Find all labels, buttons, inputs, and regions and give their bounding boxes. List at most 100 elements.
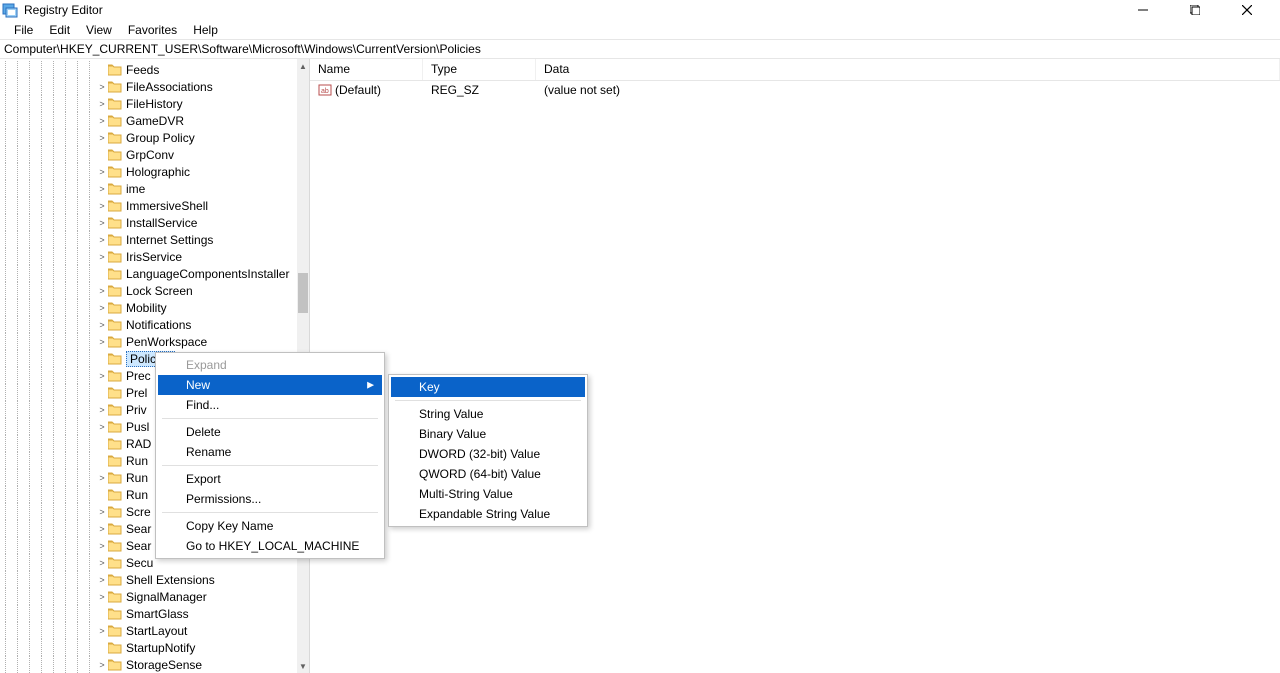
expander-icon[interactable]: > [96, 167, 108, 177]
folder-icon [108, 98, 122, 110]
folder-icon [108, 285, 122, 297]
cm-find[interactable]: Find... [158, 395, 382, 415]
cm-new-dword[interactable]: DWORD (32-bit) Value [391, 444, 585, 464]
cm-copy-key[interactable]: Copy Key Name [158, 516, 382, 536]
expander-icon[interactable]: > [96, 507, 108, 517]
expander-icon[interactable]: > [96, 82, 108, 92]
cm-new-multi[interactable]: Multi-String Value [391, 484, 585, 504]
expander-icon[interactable]: > [96, 524, 108, 534]
folder-icon [108, 455, 122, 467]
expander-icon[interactable]: > [96, 252, 108, 262]
scroll-thumb[interactable] [298, 273, 308, 313]
expander-icon[interactable]: > [96, 184, 108, 194]
expander-icon[interactable]: > [96, 473, 108, 483]
tree-node-label: FileHistory [126, 97, 189, 111]
column-type[interactable]: Type [423, 59, 536, 80]
expander-icon[interactable]: > [96, 422, 108, 432]
expander-icon[interactable]: > [96, 541, 108, 551]
expander-icon[interactable]: > [96, 626, 108, 636]
close-button[interactable] [1232, 0, 1262, 20]
expander-icon[interactable]: > [96, 592, 108, 602]
cm-expand[interactable]: Expand [158, 355, 382, 375]
minimize-button[interactable] [1128, 0, 1158, 20]
maximize-button[interactable] [1180, 0, 1210, 20]
folder-icon [108, 659, 122, 671]
tree-node-label: Run [126, 471, 154, 485]
cm-goto[interactable]: Go to HKEY_LOCAL_MACHINE [158, 536, 382, 556]
tree-node[interactable]: >SignalManager [0, 588, 297, 605]
expander-icon[interactable]: > [96, 133, 108, 143]
tree-node[interactable]: LanguageComponentsInstaller [0, 265, 297, 282]
expander-icon[interactable]: > [96, 405, 108, 415]
menu-file[interactable]: File [6, 21, 41, 39]
menu-help[interactable]: Help [185, 21, 226, 39]
expander-icon[interactable]: > [96, 201, 108, 211]
folder-icon [108, 557, 122, 569]
tree-node[interactable]: >ImmersiveShell [0, 197, 297, 214]
tree-node[interactable]: >Notifications [0, 316, 297, 333]
scroll-down-button[interactable]: ▼ [297, 659, 309, 673]
tree-node[interactable]: > FileHistory [0, 95, 297, 112]
tree-node[interactable]: >Holographic [0, 163, 297, 180]
tree-node[interactable]: SmartGlass [0, 605, 297, 622]
tree-node[interactable]: Feeds [0, 61, 297, 78]
expander-icon[interactable]: > [96, 371, 108, 381]
tree-node[interactable]: >InstallService [0, 214, 297, 231]
tree-node-label: StartupNotify [126, 641, 201, 655]
column-data[interactable]: Data [536, 59, 1280, 80]
cm-new-qword[interactable]: QWORD (64-bit) Value [391, 464, 585, 484]
cm-new[interactable]: New ▶ [158, 375, 382, 395]
folder-icon [108, 149, 122, 161]
cm-new-key[interactable]: Key [391, 377, 585, 397]
folder-icon [108, 336, 122, 348]
tree-node-label: Lock Screen [126, 284, 199, 298]
tree-node[interactable]: >Shell Extensions [0, 571, 297, 588]
cm-new-string[interactable]: String Value [391, 404, 585, 424]
address-bar[interactable]: Computer\HKEY_CURRENT_USER\Software\Micr… [0, 39, 1280, 59]
list-row[interactable]: ab (Default) REG_SZ (value not set) [310, 81, 1280, 99]
expander-icon[interactable]: > [96, 660, 108, 670]
tree-node[interactable]: >StartLayout [0, 622, 297, 639]
folder-icon [108, 625, 122, 637]
tree-node-label: SmartGlass [126, 607, 195, 621]
expander-icon[interactable]: > [96, 337, 108, 347]
cm-delete[interactable]: Delete [158, 422, 382, 442]
cm-export[interactable]: Export [158, 469, 382, 489]
cm-new-binary[interactable]: Binary Value [391, 424, 585, 444]
expander-icon[interactable]: > [96, 320, 108, 330]
expander-icon[interactable]: > [96, 575, 108, 585]
regedit-icon [2, 2, 18, 18]
context-submenu-new: Key String Value Binary Value DWORD (32-… [388, 374, 588, 527]
expander-icon[interactable]: > [96, 303, 108, 313]
folder-icon [108, 268, 122, 280]
tree-node[interactable]: >Internet Settings [0, 231, 297, 248]
tree-node[interactable]: >Mobility [0, 299, 297, 316]
tree-node[interactable]: GrpConv [0, 146, 297, 163]
menu-edit[interactable]: Edit [41, 21, 78, 39]
expander-icon[interactable]: > [96, 558, 108, 568]
tree-node[interactable]: StartupNotify [0, 639, 297, 656]
cm-permissions[interactable]: Permissions... [158, 489, 382, 509]
expander-icon[interactable]: > [96, 99, 108, 109]
scroll-up-button[interactable]: ▲ [297, 59, 309, 73]
expander-icon[interactable]: > [96, 218, 108, 228]
menu-view[interactable]: View [78, 21, 120, 39]
cm-new-expand[interactable]: Expandable String Value [391, 504, 585, 524]
column-name[interactable]: Name [310, 59, 423, 80]
expander-icon[interactable]: > [96, 116, 108, 126]
expander-icon[interactable]: > [96, 286, 108, 296]
tree-node[interactable]: > Lock Screen [0, 282, 297, 299]
folder-icon [108, 438, 122, 450]
tree-node[interactable]: >PenWorkspace [0, 333, 297, 350]
menu-favorites[interactable]: Favorites [120, 21, 185, 39]
tree-node[interactable]: >IrisService [0, 248, 297, 265]
tree-node-label: Run [126, 454, 154, 468]
tree-node[interactable]: >Group Policy [0, 129, 297, 146]
tree-node[interactable]: >StorageSense [0, 656, 297, 673]
tree-node[interactable]: >ime [0, 180, 297, 197]
cm-rename[interactable]: Rename [158, 442, 382, 462]
expander-icon[interactable]: > [96, 235, 108, 245]
tree-node[interactable]: > FileAssociations [0, 78, 297, 95]
tree-node[interactable]: >GameDVR [0, 112, 297, 129]
tree-node-label: FileAssociations [126, 80, 219, 94]
